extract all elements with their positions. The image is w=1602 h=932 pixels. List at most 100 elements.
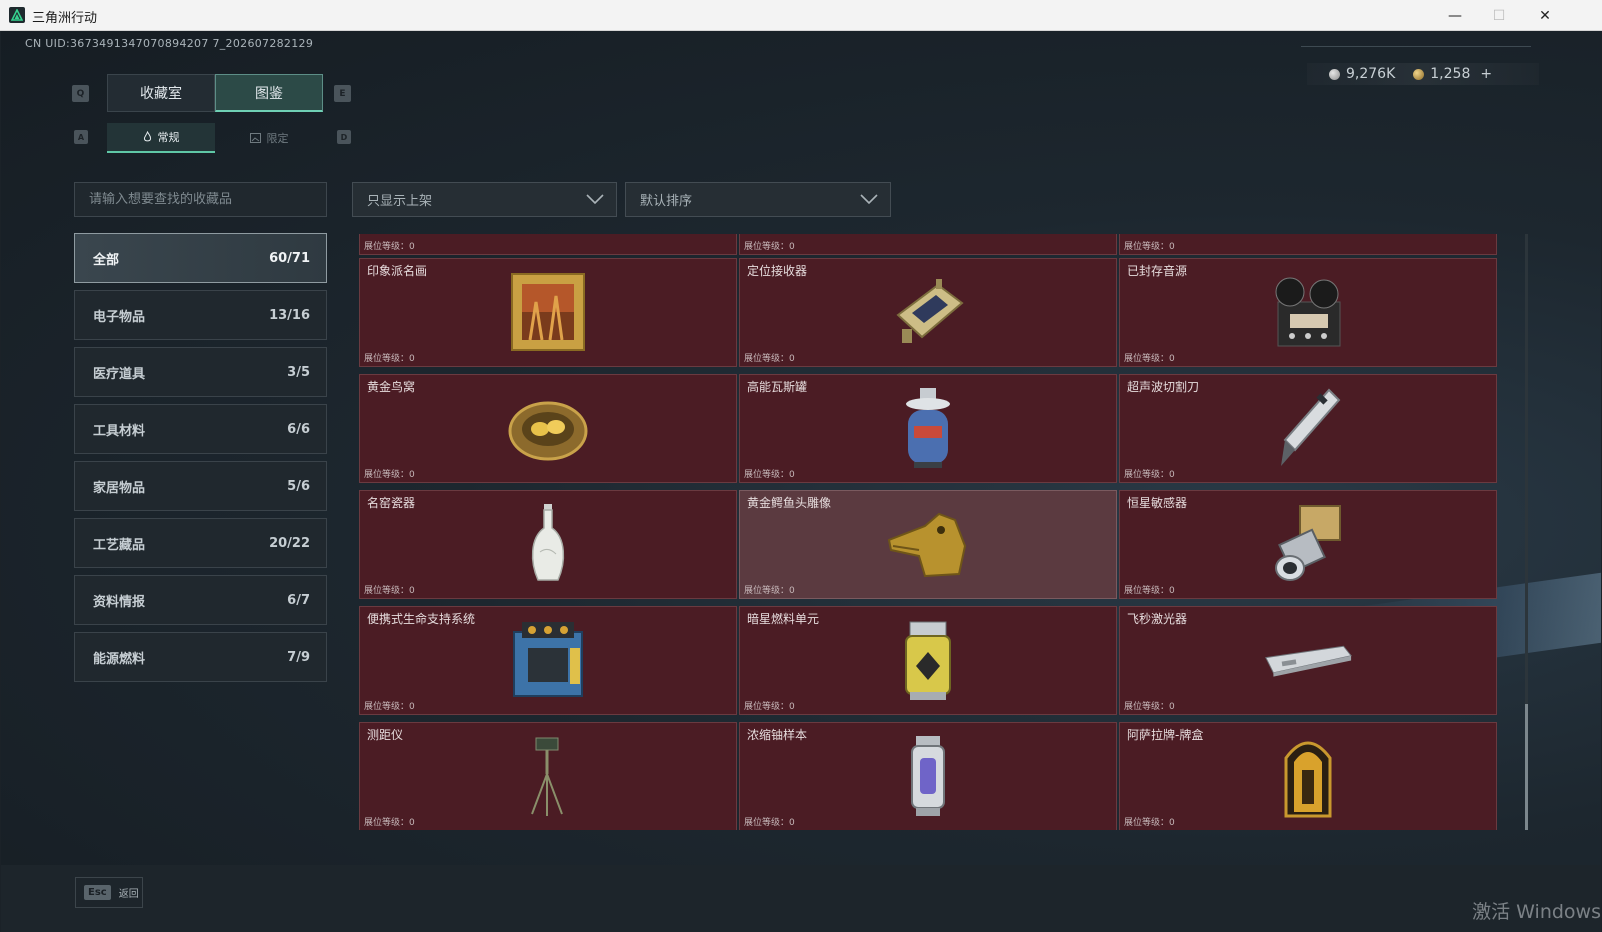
back-button[interactable]: Esc 返回 (75, 877, 143, 908)
tab-collection-room[interactable]: 收藏室 (107, 74, 215, 112)
gold-coin-icon (1413, 68, 1425, 80)
subtab-regular[interactable]: 常规 (107, 123, 215, 153)
card-item-name: 高能瓦斯罐 (747, 380, 808, 394)
collection-card[interactable]: 展位等级：0 (1119, 234, 1497, 255)
sort-value: 默认排序 (640, 194, 693, 209)
subtab-limited[interactable]: 限定 (215, 123, 323, 153)
card-booth-level: 展位等级：0 (364, 702, 415, 712)
subtab-limited-label: 限定 (266, 132, 289, 145)
golden-nest-icon (503, 383, 593, 473)
card-booth-level: 展位等级：0 (744, 354, 795, 364)
back-label: 返回 (118, 889, 139, 900)
porcelain-vase-icon (503, 499, 593, 589)
card-booth-level: 展位等级：0 (1124, 470, 1175, 480)
category-item[interactable]: 电子物品 13/16 (74, 290, 327, 340)
category-count: 6/6 (287, 421, 310, 437)
app-logo-icon (9, 7, 25, 23)
shelf-filter-dropdown[interactable]: 只显示上架 (352, 182, 617, 217)
collection-card[interactable]: 飞秒激光器 展位等级：0 (1119, 606, 1497, 715)
chevron-down-icon (586, 194, 604, 205)
collection-card[interactable]: 测距仪 展位等级：0 (359, 722, 737, 830)
maximize-button[interactable]: ☐ (1476, 0, 1522, 31)
category-item[interactable]: 家居物品 5/6 (74, 461, 327, 511)
category-count: 3/5 (287, 364, 310, 380)
tab-codex[interactable]: 图鉴 (215, 74, 323, 112)
subtab-key-a: A (74, 130, 88, 144)
card-item-name: 飞秒激光器 (1127, 612, 1188, 626)
grid-scroll-thumb[interactable] (1525, 704, 1528, 830)
close-button[interactable]: ✕ (1522, 0, 1568, 31)
collection-card[interactable]: 恒星敏感器展位等级：0 (1119, 490, 1497, 599)
chevron-down-icon (860, 194, 878, 205)
header-divider (1301, 46, 1531, 47)
collection-card[interactable]: 高能瓦斯罐 展位等级：0 (739, 374, 1117, 483)
silver-currency-value: 9,276K (1346, 66, 1396, 82)
category-item[interactable]: 资料情报 6/7 (74, 575, 327, 625)
femtosecond-laser-icon (1263, 615, 1353, 705)
search-input[interactable] (89, 192, 326, 207)
currency-bar: 9,276K 1,258 + (1307, 63, 1539, 85)
category-count: 13/16 (269, 307, 310, 323)
card-booth-level: 展位等级：0 (364, 354, 415, 364)
uranium-sample-icon (883, 731, 973, 821)
collection-card[interactable]: 浓缩铀样本 展位等级：0 (739, 722, 1117, 830)
category-count: 60/71 (269, 250, 310, 266)
card-booth-level: 展位等级：0 (1124, 586, 1175, 596)
gas-canister-icon (883, 383, 973, 473)
category-item[interactable]: 工艺藏品 20/22 (74, 518, 327, 568)
category-item[interactable]: 全部 60/71 (74, 233, 327, 283)
minimize-button[interactable]: — (1432, 0, 1478, 31)
sort-dropdown[interactable]: 默认排序 (625, 182, 891, 217)
category-item[interactable]: 能源燃料 7/9 (74, 632, 327, 682)
silver-coin-icon (1329, 68, 1340, 80)
collection-card[interactable]: 展位等级：0 (739, 234, 1117, 255)
card-item-name: 黄金鳄鱼头雕像 (747, 496, 832, 510)
life-support-icon (503, 615, 593, 705)
category-label: 资料情报 (93, 594, 146, 610)
star-sensor-icon (1263, 499, 1353, 589)
ultrasonic-cutter-icon (1263, 383, 1353, 473)
windows-activation-watermark: 激活 Windows (1472, 901, 1601, 923)
image-frame-icon (249, 133, 261, 143)
collection-card[interactable]: 定位接收器 展位等级：0 (739, 258, 1117, 367)
category-count: 6/7 (287, 592, 310, 608)
card-booth-level: 展位等级：0 (744, 818, 795, 828)
reel-recorder-icon (1263, 267, 1353, 357)
subtab-key-d: D (337, 130, 351, 144)
card-item-name: 恒星敏感器 (1127, 496, 1188, 510)
partial-item-icon (1263, 234, 1353, 245)
collection-card[interactable]: 已封存音源 展位等级：0 (1119, 258, 1497, 367)
collection-card[interactable]: 超声波切割刀 展位等级：0 (1119, 374, 1497, 483)
collection-card[interactable]: 名窑瓷器 展位等级：0 (359, 490, 737, 599)
card-item-name: 阿萨拉牌-牌盒 (1127, 728, 1204, 742)
category-count: 7/9 (287, 649, 310, 665)
card-item-name: 黄金鸟窝 (367, 380, 416, 394)
collection-card[interactable]: 便携式生命支持系统 展位等级：0 (359, 606, 737, 715)
category-count: 5/6 (287, 478, 310, 494)
card-item-name: 暗星燃料单元 (747, 612, 820, 626)
collection-grid: 展位等级：0 展位等级：0 展位等级：0 印象派名画 展位等级：0 定位接收器 展位等级：0… (359, 234, 1523, 830)
add-currency-button[interactable]: + (1480, 66, 1492, 82)
collection-card[interactable]: 黄金鳄鱼头雕像展位等级：0 (739, 490, 1117, 599)
category-item[interactable]: 工具材料 6/6 (74, 404, 327, 454)
category-item[interactable]: 医疗道具 3/5 (74, 347, 327, 397)
gold-currency: 1,258 + (1413, 66, 1492, 82)
collection-card[interactable]: 暗星燃料单元展位等级：0 (739, 606, 1117, 715)
collection-card[interactable]: 阿萨拉牌-牌盒 展位等级：0 (1119, 722, 1497, 830)
golden-crocodile-icon (883, 499, 973, 589)
card-booth-level: 展位等级：0 (364, 242, 415, 252)
card-item-name: 印象派名画 (367, 264, 428, 278)
card-booth-level: 展位等级：0 (744, 586, 795, 596)
card-booth-level: 展位等级：0 (744, 702, 795, 712)
collection-card[interactable]: 黄金鸟窝展位等级：0 (359, 374, 737, 483)
card-booth-level: 展位等级：0 (364, 470, 415, 480)
search-field[interactable] (74, 182, 327, 217)
tab-key-e: E (334, 85, 351, 102)
collection-card[interactable]: 展位等级：0 (359, 234, 737, 255)
card-booth-level: 展位等级：0 (364, 818, 415, 828)
grid-scrollbar[interactable] (1525, 234, 1528, 830)
gold-currency-value: 1,258 (1430, 66, 1471, 82)
card-booth-level: 展位等级：0 (744, 242, 795, 252)
card-booth-level: 展位等级：0 (364, 586, 415, 596)
collection-card[interactable]: 印象派名画展位等级：0 (359, 258, 737, 367)
